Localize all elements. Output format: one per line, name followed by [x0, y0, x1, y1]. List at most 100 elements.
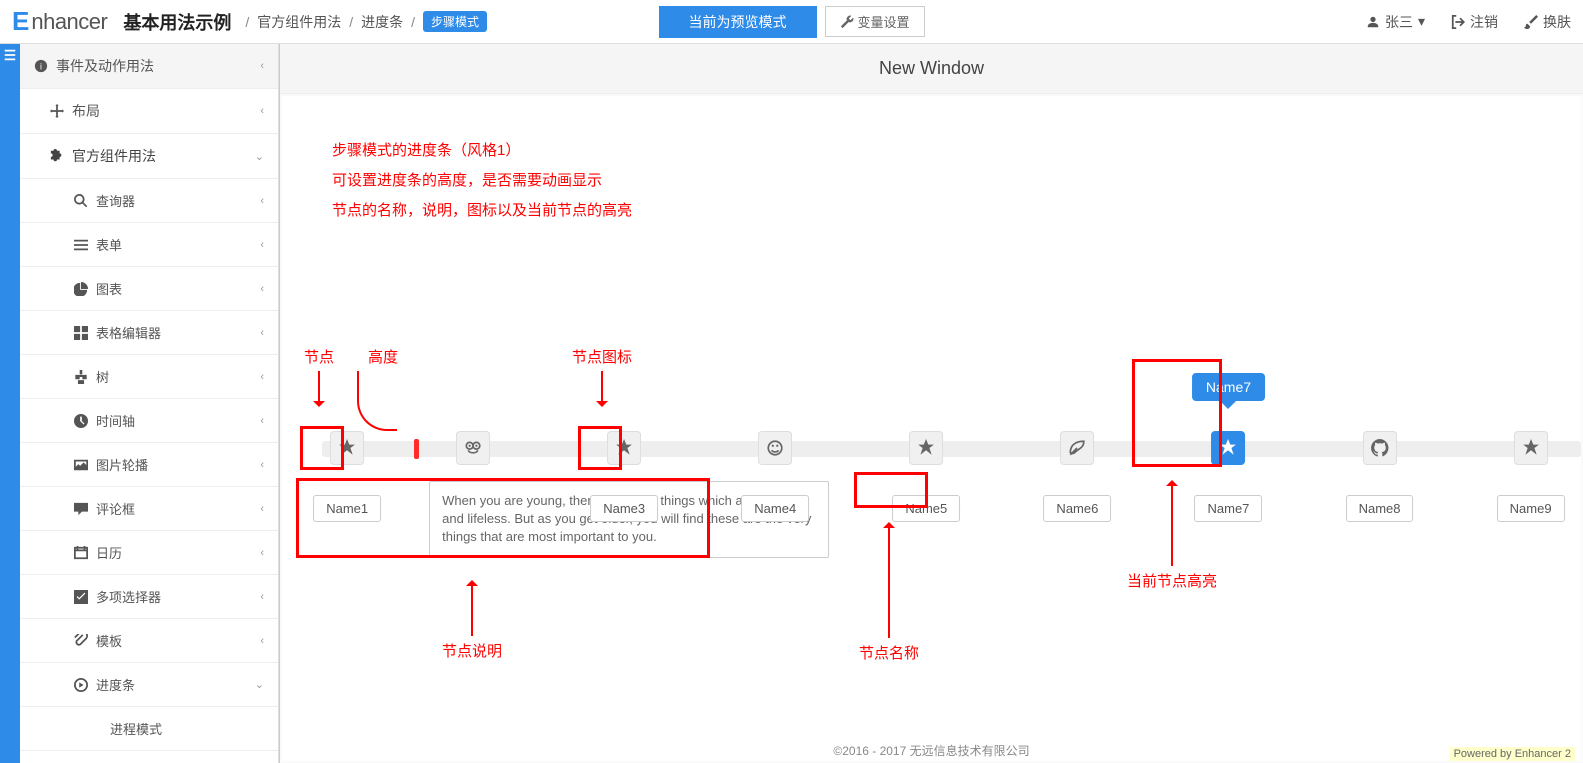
progress-node-4[interactable]: Name5: [892, 431, 960, 522]
tree-icon: [74, 370, 88, 384]
comment-icon: [74, 502, 88, 516]
breadcrumb-title: 基本用法示例: [123, 9, 231, 35]
sidebar-item-3[interactable]: 表格编辑器‹: [20, 311, 278, 355]
node-label: Name6: [1043, 495, 1111, 522]
height-curve: [357, 371, 397, 431]
sidebar-item-8[interactable]: 日历‹: [20, 531, 278, 575]
pie-icon: [74, 282, 88, 296]
sidebar-collapse-toggle[interactable]: [0, 44, 20, 763]
progress-node-7[interactable]: Name8: [1346, 431, 1414, 522]
nav-events[interactable]: i 事件及动作用法‹: [20, 44, 278, 89]
node-tooltip: Name7: [1192, 373, 1265, 401]
skin-button[interactable]: 换肤: [1524, 12, 1571, 32]
brush-icon: [1524, 15, 1538, 29]
topbar: Enhancer 基本用法示例 / 官方组件用法 / 进度条 / 步骤模式 当前…: [0, 0, 1583, 44]
progress-node-1[interactable]: Name2When you are young, there are many …: [439, 431, 507, 522]
node-label: Name9: [1497, 495, 1565, 522]
logout-icon: [1451, 15, 1465, 29]
logo-text: nhancer: [31, 9, 107, 35]
annot-node-icon: 节点图标: [572, 346, 632, 413]
progress-node-0[interactable]: Name1: [313, 431, 381, 522]
description: 步骤模式的进度条（风格1） 可设置进度条的高度，是否需要动画显示 节点的名称，说…: [332, 136, 1541, 226]
progress-node-5[interactable]: Name6: [1043, 431, 1111, 522]
node-label: Name5: [892, 495, 960, 522]
progress-node-2[interactable]: Name3: [590, 431, 658, 522]
sidebar-container: i 事件及动作用法‹ 布局‹ 官方组件用法⌄ 查询器‹表单‹图表‹表格编辑器‹树…: [0, 44, 280, 763]
annot-node-name: 节点名称: [859, 516, 919, 663]
calendar-icon: [74, 546, 88, 560]
height-indicator: [414, 439, 419, 459]
node-icon: [1363, 431, 1397, 465]
chevron-left-icon: ‹: [260, 60, 264, 72]
nav-official[interactable]: 官方组件用法⌄: [20, 134, 278, 179]
node-icon: [607, 431, 641, 465]
nav-sub-process[interactable]: 进程模式: [20, 707, 278, 751]
sidebar-item-9[interactable]: 多项选择器‹: [20, 575, 278, 619]
node-label: Name4: [741, 495, 809, 522]
node-icon: [1514, 431, 1548, 465]
var-settings-button[interactable]: 变量设置: [824, 6, 924, 37]
clock-icon: [74, 414, 88, 428]
breadcrumb: 基本用法示例 / 官方组件用法 / 进度条 / 步骤模式: [123, 9, 487, 35]
sidebar-item-0[interactable]: 查询器‹: [20, 179, 278, 223]
list-icon: [74, 238, 88, 252]
top-center: 当前为预览模式 变量设置: [658, 6, 924, 38]
progress-node-3[interactable]: Name4: [741, 431, 809, 522]
canvas: 步骤模式的进度条（风格1） 可设置进度条的高度，是否需要动画显示 节点的名称，说…: [282, 96, 1581, 761]
sidebar-item-7[interactable]: 评论框‹: [20, 487, 278, 531]
logo[interactable]: Enhancer: [12, 6, 107, 37]
progress-node-8[interactable]: Name9: [1497, 431, 1565, 522]
breadcrumb-link-1[interactable]: 进度条: [361, 12, 403, 32]
top-right: 张三 ▾ 注销 换肤: [1366, 12, 1571, 32]
collapse-icon: [3, 48, 17, 62]
image-icon: [74, 458, 88, 472]
puzzle-icon: [50, 149, 64, 163]
annot-node: 节点: [304, 346, 334, 413]
node-label: Name3: [590, 495, 658, 522]
sidebar-item-10[interactable]: 模板‹: [20, 619, 278, 663]
node-icon: [909, 431, 943, 465]
node-label: Name8: [1346, 495, 1414, 522]
node-icon: [1211, 431, 1245, 465]
sidebar-item-2[interactable]: 图表‹: [20, 267, 278, 311]
sidebar-item-4[interactable]: 树‹: [20, 355, 278, 399]
user-menu[interactable]: 张三 ▾: [1366, 12, 1425, 32]
sidebar-item-11[interactable]: 进度条⌄: [20, 663, 278, 707]
footer-copyright: ©2016 - 2017 无远信息技术有限公司: [282, 742, 1581, 759]
nav-sub-bind[interactable]: 绑定变量: [20, 751, 278, 763]
logo-e: E: [12, 6, 29, 37]
progress-node-6[interactable]: Name7Name7: [1195, 431, 1263, 522]
node-icon: [758, 431, 792, 465]
sidebar-item-6[interactable]: 图片轮播‹: [20, 443, 278, 487]
grid-icon: [74, 326, 88, 340]
wrench-icon: [839, 15, 853, 29]
node-label: Name1: [313, 495, 381, 522]
search-icon: [74, 194, 88, 208]
node-icon: [1060, 431, 1094, 465]
sidebar-item-5[interactable]: 时间轴‹: [20, 399, 278, 443]
annot-node-desc: 节点说明: [442, 574, 502, 661]
chevron-left-icon: ‹: [260, 105, 264, 117]
info-icon: i: [34, 59, 48, 73]
progress-bar: Name1Name2When you are young, there are …: [322, 441, 1581, 457]
nav-layout[interactable]: 布局‹: [20, 89, 278, 134]
move-icon: [50, 104, 64, 118]
node-icon: [456, 431, 490, 465]
preview-mode-button[interactable]: 当前为预览模式: [658, 6, 816, 38]
powered-by: Powered by Enhancer 2: [1450, 747, 1575, 761]
check-icon: [74, 590, 88, 604]
node-label: Name7: [1195, 495, 1263, 522]
breadcrumb-link-0[interactable]: 官方组件用法: [257, 12, 341, 32]
play-icon: [74, 678, 88, 692]
logout-button[interactable]: 注销: [1451, 12, 1498, 32]
node-icon: [330, 431, 364, 465]
content: New Window 步骤模式的进度条（风格1） 可设置进度条的高度，是否需要动…: [280, 44, 1583, 763]
chevron-down-icon: ⌄: [255, 150, 264, 163]
user-icon: [1366, 15, 1380, 29]
sidebar: i 事件及动作用法‹ 布局‹ 官方组件用法⌄ 查询器‹表单‹图表‹表格编辑器‹树…: [20, 44, 279, 763]
breadcrumb-current: 步骤模式: [423, 11, 487, 32]
sidebar-item-1[interactable]: 表单‹: [20, 223, 278, 267]
window-title: New Window: [280, 44, 1583, 94]
svg-text:i: i: [40, 62, 42, 72]
annot-height: 高度: [368, 346, 398, 367]
